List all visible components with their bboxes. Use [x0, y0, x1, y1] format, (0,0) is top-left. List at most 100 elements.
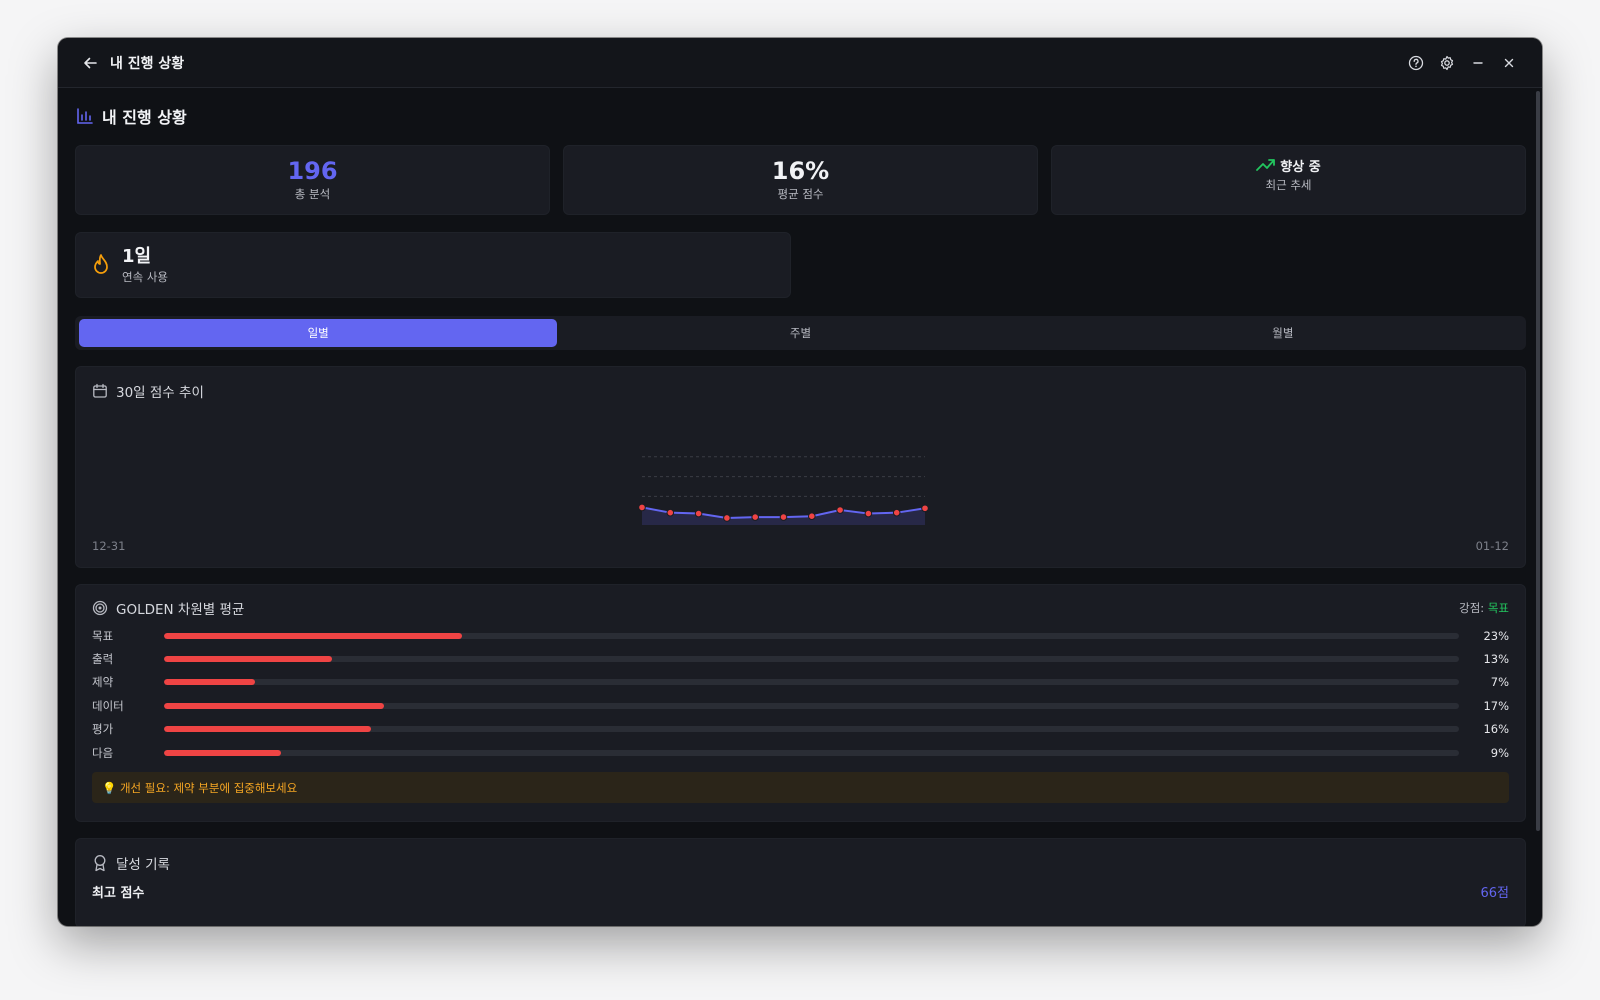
streak-value: 1일 — [122, 245, 152, 267]
dimension-bar-fill — [164, 726, 372, 733]
streak-label: 연속 사용 — [122, 269, 168, 284]
stat-average-value: 16% — [771, 157, 830, 185]
dimension-row: 목표 23% — [76, 624, 1525, 647]
tab-daily[interactable]: 일별 — [79, 319, 558, 347]
dimension-name: 평가 — [92, 722, 114, 737]
tab-monthly[interactable]: 월별 — [1044, 319, 1522, 347]
stat-trend-value: 향상 중 — [1280, 159, 1321, 175]
window-title: 내 진행 상황 — [110, 55, 185, 72]
chart-point[interactable] — [836, 506, 844, 514]
dimension-bar-track — [164, 726, 1459, 733]
chart-point[interactable] — [779, 513, 788, 521]
chart-point[interactable] — [723, 514, 731, 522]
stat-total-value: 196 — [287, 157, 338, 185]
dimension-bar-track — [164, 632, 1459, 639]
dimension-bar-track — [164, 749, 1459, 756]
golden-panel: GOLDEN 차원별 평균 강점: 목표 목표 23% 출력 13% 제약 7% 데이터 17… — [75, 584, 1526, 822]
golden-title: GOLDEN 차원별 평균 — [116, 602, 245, 618]
page-heading: 내 진행 상황 — [75, 89, 1526, 143]
dimension-name: 다음 — [92, 745, 114, 760]
chart-point[interactable] — [638, 503, 646, 512]
chart-point[interactable] — [694, 509, 703, 518]
trend-chart-panel: 30일 점수 추이 12-31 01-12 — [75, 366, 1526, 568]
stats-row: 196 총 분석 16% 평균 점수 향상 중 최근 추세 — [75, 145, 1526, 215]
help-button[interactable] — [1401, 51, 1431, 75]
dimension-percent: 7% — [1490, 675, 1509, 690]
stat-card-trend: 향상 중 최근 추세 — [1051, 145, 1526, 215]
target-icon — [92, 600, 108, 616]
strength-value: 목표 — [1487, 601, 1509, 615]
strength-label: 강점: — [1459, 601, 1488, 615]
chart-point[interactable] — [921, 504, 929, 513]
best-score-value: 66점 — [1480, 886, 1509, 901]
page-title: 내 진행 상황 — [102, 108, 187, 127]
trend-chart-header: 30일 점수 추이 — [76, 367, 1525, 415]
dimension-bar-fill — [164, 679, 255, 686]
close-icon — [1504, 58, 1514, 67]
settings-button[interactable] — [1432, 51, 1462, 75]
dimension-percent: 13% — [1483, 652, 1509, 667]
stat-total-label: 총 분석 — [294, 187, 331, 201]
award-icon — [94, 855, 106, 872]
dimension-percent: 9% — [1490, 745, 1509, 760]
best-score-label: 최고 점수 — [92, 886, 145, 901]
streak-card: 1일 연속 사용 — [75, 232, 791, 298]
dimension-row: 다음 9% — [76, 741, 1525, 764]
x-axis-end-label: 01-12 — [1475, 539, 1509, 553]
stat-trend-value-row: 향상 중 — [1256, 156, 1321, 175]
dimension-bar-fill — [164, 702, 385, 709]
app-window: 내 진행 상황 내 진행 상황 196 총 분석 16% 평균 점수 향상 중 … — [58, 38, 1542, 926]
best-score-row: 최고 점수 66점 — [76, 882, 1525, 901]
minimize-icon — [1473, 61, 1483, 64]
period-tabs: 일별 주별 월별 — [75, 316, 1526, 350]
trend-chart-title: 30일 점수 추이 — [116, 385, 204, 401]
dimension-row: 데이터 17% — [76, 694, 1525, 717]
tab-weekly[interactable]: 주별 — [561, 319, 1039, 347]
dimension-name: 제약 — [92, 675, 114, 690]
dimension-bar-fill — [164, 656, 333, 663]
help-icon — [1408, 55, 1424, 70]
strength-indicator: 강점: 목표 — [1459, 600, 1509, 616]
dimension-name: 출력 — [92, 652, 114, 667]
dimension-row: 평가 16% — [76, 718, 1525, 741]
stat-trend-label: 최근 추세 — [1265, 177, 1312, 192]
dimension-row: 제약 7% — [76, 671, 1525, 694]
achievements-header: 달성 기록 — [76, 839, 1525, 887]
chart-point[interactable] — [751, 513, 760, 521]
dimension-percent: 17% — [1483, 698, 1509, 713]
dimension-row: 출력 13% — [76, 647, 1525, 670]
improvement-tip: 💡 개선 필요: 제약 부분에 집중해보세요 — [92, 772, 1509, 804]
dimension-bar-fill — [164, 632, 462, 639]
minimize-button[interactable] — [1463, 51, 1493, 75]
title-bar: 내 진행 상황 — [58, 38, 1542, 88]
arrow-left-icon — [84, 57, 97, 68]
dimension-bar-track — [164, 702, 1459, 709]
dimension-percent: 16% — [1483, 722, 1509, 737]
back-button[interactable] — [80, 53, 100, 73]
bar-chart-icon — [77, 108, 93, 124]
dimension-bar-track — [164, 656, 1459, 663]
stat-card-total: 196 총 분석 — [75, 145, 550, 215]
flame-icon — [94, 254, 108, 274]
chart-point[interactable] — [892, 508, 901, 517]
stat-card-average: 16% 평균 점수 — [563, 145, 1038, 215]
gear-icon — [1440, 55, 1454, 70]
dimension-bar-track — [164, 679, 1459, 686]
chart-point[interactable] — [864, 509, 873, 518]
stat-average-label: 평균 점수 — [777, 187, 824, 201]
achievements-title: 달성 기록 — [116, 857, 170, 873]
scrollbar[interactable] — [1536, 91, 1540, 831]
chart-point[interactable] — [666, 508, 675, 517]
main-content: 내 진행 상황 196 총 분석 16% 평균 점수 향상 중 최근 추세 1일… — [58, 89, 1542, 926]
dimension-list: 목표 23% 출력 13% 제약 7% 데이터 17% 평가 16% 다음 9% — [76, 624, 1525, 764]
dimension-bar-fill — [164, 749, 281, 756]
calendar-icon — [93, 383, 107, 398]
achievements-panel: 달성 기록 최고 점수 66점 — [75, 838, 1526, 926]
trending-up-icon — [1256, 159, 1276, 171]
close-button[interactable] — [1494, 51, 1524, 75]
dimension-name: 목표 — [92, 628, 114, 643]
dimension-percent: 23% — [1483, 628, 1509, 643]
chart-point[interactable] — [808, 512, 816, 520]
streak-text: 1일 연속 사용 — [122, 246, 168, 285]
x-axis-start-label: 12-31 — [92, 539, 126, 553]
